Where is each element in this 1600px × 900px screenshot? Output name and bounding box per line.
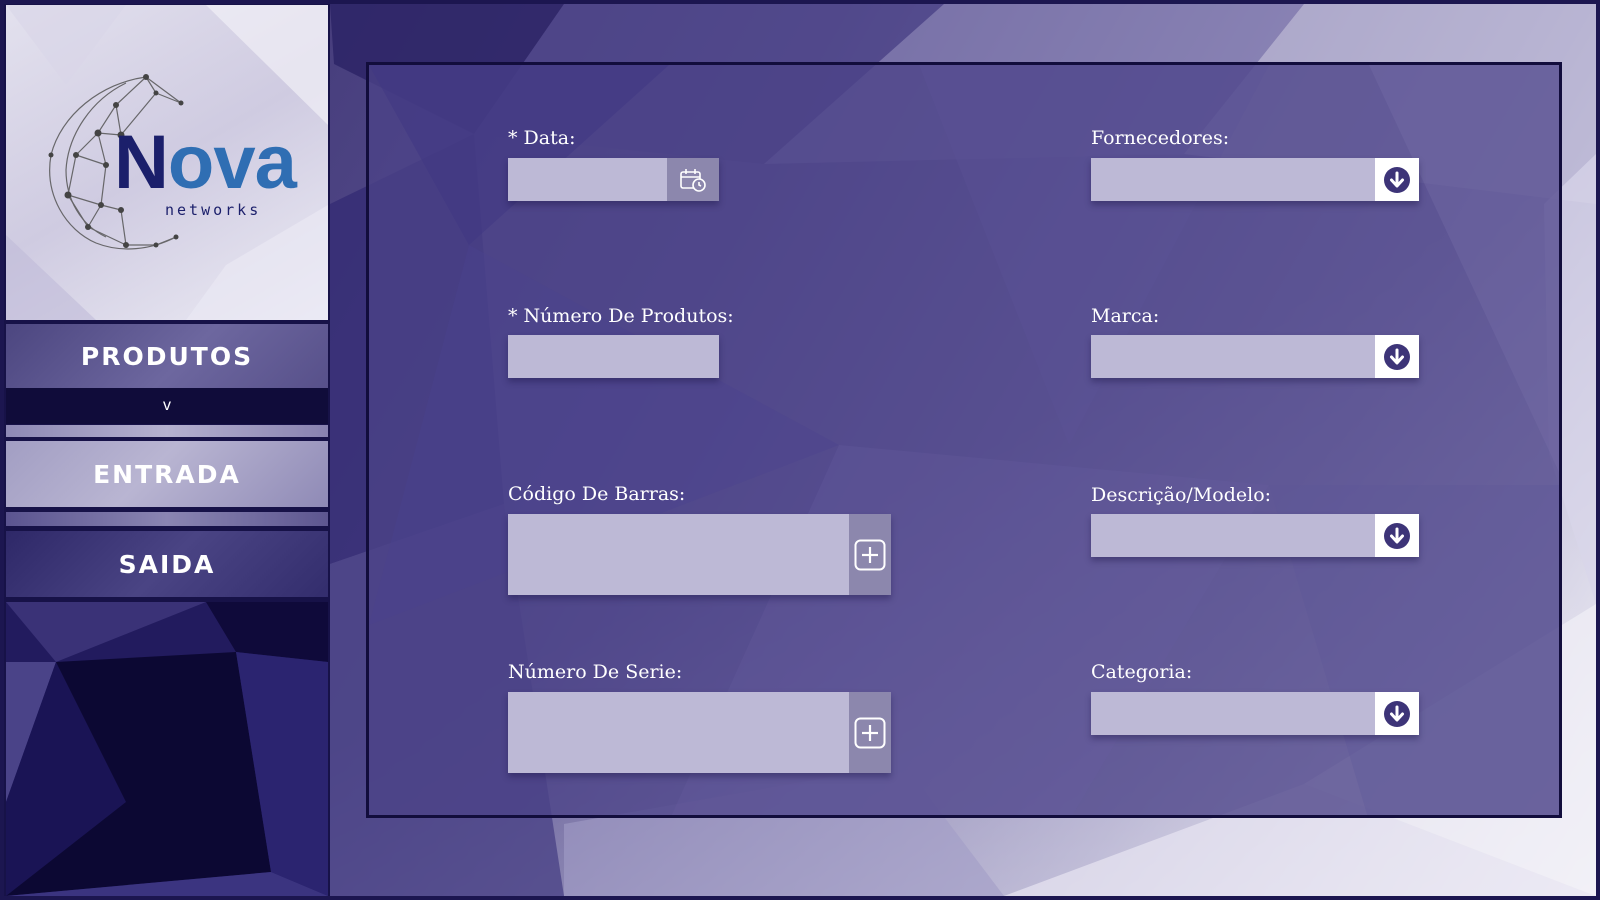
categoria-select[interactable]: [1091, 692, 1419, 735]
date-input[interactable]: [508, 158, 667, 201]
codigo-barras-field: [508, 514, 891, 595]
descricao-modelo-dropdown-button[interactable]: [1375, 514, 1419, 557]
numero-produtos-label: * Número De Produtos:: [508, 305, 734, 327]
numero-serie-field: [508, 692, 891, 773]
date-field: [508, 158, 719, 201]
logo-initial: N: [114, 120, 169, 205]
arrow-down-circle-icon: [1384, 343, 1410, 370]
data-label: * Data:: [508, 127, 576, 149]
plus-icon: [854, 717, 886, 748]
calendar-clock-icon[interactable]: [667, 158, 719, 201]
numero-serie-input[interactable]: [508, 692, 849, 773]
descricao-modelo-select[interactable]: [1091, 514, 1419, 557]
sidebar-item-saida[interactable]: SAIDA: [6, 531, 328, 597]
arrow-down-circle-icon: [1384, 522, 1410, 549]
plus-icon: [854, 539, 886, 570]
fornecedores-select[interactable]: [1091, 158, 1419, 201]
sidebar-item-produtos[interactable]: PRODUTOS: [6, 324, 328, 388]
sidebar-item-entrada[interactable]: ENTRADA: [6, 441, 328, 507]
numero-produtos-field: [508, 335, 719, 378]
entry-form: * Data: * Número De Produtos: Código De …: [366, 62, 1562, 818]
categoria-label: Categoria:: [1091, 661, 1193, 683]
marca-dropdown-button[interactable]: [1375, 335, 1419, 378]
marca-select[interactable]: [1091, 335, 1419, 378]
logo-subtitle: networks: [165, 201, 262, 219]
sidebar: Nova networks PRODUTOS v ENTRADA SAIDA: [4, 4, 330, 896]
fornecedores-input[interactable]: [1091, 158, 1375, 201]
categoria-dropdown-button[interactable]: [1375, 692, 1419, 735]
logo-rest: ova: [167, 120, 297, 205]
descricao-modelo-input[interactable]: [1091, 514, 1375, 557]
numero-produtos-input[interactable]: [508, 335, 719, 378]
add-numero-serie-button[interactable]: [849, 692, 891, 773]
chevron-down-icon[interactable]: v: [6, 388, 328, 424]
sidebar-item-label: PRODUTOS: [80, 341, 254, 371]
logo: Nova networks: [6, 5, 328, 320]
fornecedores-label: Fornecedores:: [1091, 127, 1230, 149]
arrow-down-circle-icon: [1384, 166, 1410, 193]
marca-label: Marca:: [1091, 305, 1160, 327]
descricao-modelo-label: Descrição/Modelo:: [1091, 484, 1272, 506]
divider: [6, 425, 328, 437]
sidebar-item-label: ENTRADA: [93, 459, 241, 489]
fornecedores-dropdown-button[interactable]: [1375, 158, 1419, 201]
app-window: Nova networks PRODUTOS v ENTRADA SAIDA *…: [4, 4, 1596, 896]
categoria-input[interactable]: [1091, 692, 1375, 735]
logo-wordmark: Nova: [114, 125, 297, 201]
add-codigo-barras-button[interactable]: [849, 514, 891, 595]
codigo-barras-input[interactable]: [508, 514, 849, 595]
arrow-down-circle-icon: [1384, 700, 1410, 727]
sidebar-decoration: [6, 602, 328, 896]
chevron-glyph: v: [163, 397, 171, 414]
sidebar-item-label: SAIDA: [118, 549, 216, 579]
numero-serie-label: Número De Serie:: [508, 661, 683, 683]
codigo-barras-label: Código De Barras:: [508, 483, 686, 505]
marca-input[interactable]: [1091, 335, 1375, 378]
divider: [6, 512, 328, 526]
